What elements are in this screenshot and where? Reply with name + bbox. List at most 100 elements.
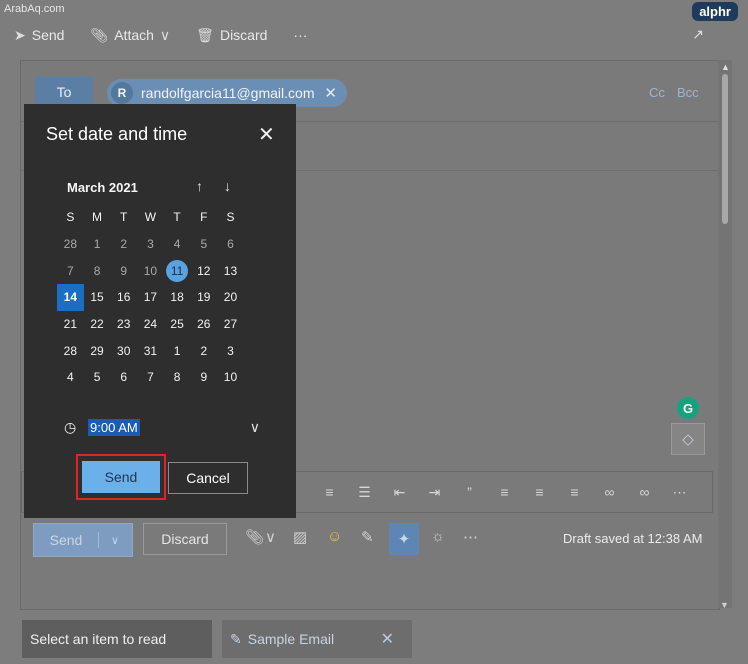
calendar-day[interactable]: 9 [110,257,137,284]
numbering-icon[interactable]: ☰ [347,484,382,501]
image-icon[interactable]: ▨ [293,528,307,546]
highlighter-icon[interactable]: ✦ [389,523,419,555]
unlink-icon[interactable]: ∞ [627,484,662,500]
toolbar-discard-button[interactable]: 🗑︎ Discard [196,27,267,44]
toolbar-attach-button[interactable]: 📎︎ Attach ∨ [90,27,170,44]
calendar-day[interactable]: 3 [137,231,164,258]
sun-icon[interactable]: ☼ [431,528,445,545]
align-left-icon[interactable]: ≡ [487,484,522,500]
toolbar-more-button[interactable]: ··· [293,27,307,43]
dialog-send-button[interactable]: Send [82,461,160,493]
quote-icon[interactable]: ” [452,484,487,500]
bottom-send-label[interactable]: Send [34,532,99,548]
calendar-day[interactable]: 6 [217,231,244,258]
decrease-indent-icon[interactable]: ⇤ [382,484,417,501]
calendar-day[interactable]: 19 [190,284,217,311]
calendar-day[interactable]: 27 [217,311,244,338]
more-options-icon[interactable]: ⋯ [463,528,478,546]
calendar-day[interactable]: 4 [164,231,191,258]
calendar-day[interactable]: 13 [217,257,244,284]
scroll-down-icon[interactable]: ▼ [720,600,729,610]
close-icon[interactable]: ✕ [258,122,275,147]
remove-recipient-icon[interactable]: ✕ [324,84,337,102]
bullets-icon[interactable]: ≡ [312,484,347,500]
calendar-day[interactable]: 2 [110,231,137,258]
calendar-day[interactable]: 24 [137,311,164,338]
calendar-day[interactable]: 20 [217,284,244,311]
send-split-button[interactable]: Send ∨ [33,523,133,557]
attach-icon[interactable]: 📎︎ [245,528,264,546]
align-right-icon[interactable]: ≡ [557,484,592,500]
sample-email-tab[interactable]: ✎ Sample Email ✕ [222,620,412,658]
select-item-tab[interactable]: Select an item to read [22,620,212,658]
recipient-chip[interactable]: R randolfgarcia11@gmail.com ✕ [107,79,347,107]
more-format-icon[interactable]: ⋯ [662,484,697,501]
calendar-day[interactable]: 18 [164,284,191,311]
link-icon[interactable]: ∞ [592,484,627,500]
calendar-day[interactable]: 8 [84,257,111,284]
popout-icon[interactable]: ↗ [692,26,704,43]
calendar-day[interactable]: 30 [110,337,137,364]
scroll-up-icon[interactable]: ▲ [721,62,730,72]
calendar-day[interactable]: 28 [57,231,84,258]
bcc-link[interactable]: Bcc [677,85,699,100]
clock-icon: ◷ [64,418,77,435]
vertical-scrollbar[interactable]: ▲ [718,60,732,608]
calendar-day[interactable]: 10 [217,364,244,391]
calendar-day[interactable]: 17 [137,284,164,311]
calendar-day[interactable]: 21 [57,311,84,338]
next-month-icon[interactable]: ↓ [224,178,231,194]
time-value[interactable]: 9:00 AM [88,418,140,436]
calendar-day[interactable]: 22 [84,311,111,338]
dialog-cancel-button[interactable]: Cancel [168,462,248,494]
calendar-day-today[interactable]: 11 [164,257,191,284]
calendar-day[interactable]: 29 [84,337,111,364]
compose-toolbar: ➤ Send 📎︎ Attach ∨ 🗑︎ Discard ··· [14,20,734,50]
calendar-day[interactable]: 1 [164,337,191,364]
toolbar-send-button[interactable]: ➤ Send [14,27,64,44]
calendar-day[interactable]: 9 [190,364,217,391]
calendar-day[interactable]: 2 [190,337,217,364]
calendar-day[interactable]: 28 [57,337,84,364]
avatar: R [111,82,133,104]
close-tab-icon[interactable]: ✕ [381,629,394,649]
to-button[interactable]: To [35,77,93,107]
calendar-day[interactable]: 6 [110,364,137,391]
calendar-day[interactable]: 12 [190,257,217,284]
grammarly-icon[interactable]: G [677,397,699,419]
bottom-discard-button[interactable]: Discard [143,523,227,555]
calendar-day[interactable]: 23 [110,311,137,338]
cc-link[interactable]: Cc [649,85,665,100]
calendar-day[interactable]: 3 [217,337,244,364]
calendar-day[interactable]: 15 [84,284,111,311]
scroll-thumb[interactable] [722,74,728,224]
calendar-day[interactable]: 7 [137,364,164,391]
increase-indent-icon[interactable]: ⇥ [417,484,452,501]
calendar-day-selected[interactable]: 14 [57,284,84,311]
chevron-down-icon[interactable]: ∨ [99,534,131,547]
align-center-icon[interactable]: ≡ [522,484,557,500]
calendar-day[interactable]: 31 [137,337,164,364]
time-picker[interactable]: ◷ 9:00 AM ∨ [64,416,260,438]
signature-icon[interactable]: ✎ [361,528,374,546]
premium-gem-icon[interactable]: ◇ [671,423,705,455]
calendar-day[interactable]: 4 [57,364,84,391]
calendar-day[interactable]: 10 [137,257,164,284]
calendar-day[interactable]: 5 [84,364,111,391]
emoji-icon[interactable]: ☺ [327,528,342,545]
toolbar-discard-label: Discard [219,27,268,43]
weekday-header: S M T W T F S [57,204,273,231]
calendar-day[interactable]: 16 [110,284,137,311]
calendar-day[interactable]: 1 [84,231,111,258]
weekday-label: F [200,210,208,225]
chevron-down-icon[interactable]: ∨ [250,419,260,436]
calendar-day[interactable]: 8 [164,364,191,391]
toolbar-send-label: Send [31,27,65,43]
chevron-down-icon[interactable]: ∨ [265,528,276,546]
month-label[interactable]: March 2021 [67,180,138,195]
previous-month-icon[interactable]: ↑ [196,178,203,194]
calendar-day[interactable]: 25 [164,311,191,338]
calendar-day[interactable]: 5 [190,231,217,258]
calendar-day[interactable]: 7 [57,257,84,284]
calendar-day[interactable]: 26 [190,311,217,338]
